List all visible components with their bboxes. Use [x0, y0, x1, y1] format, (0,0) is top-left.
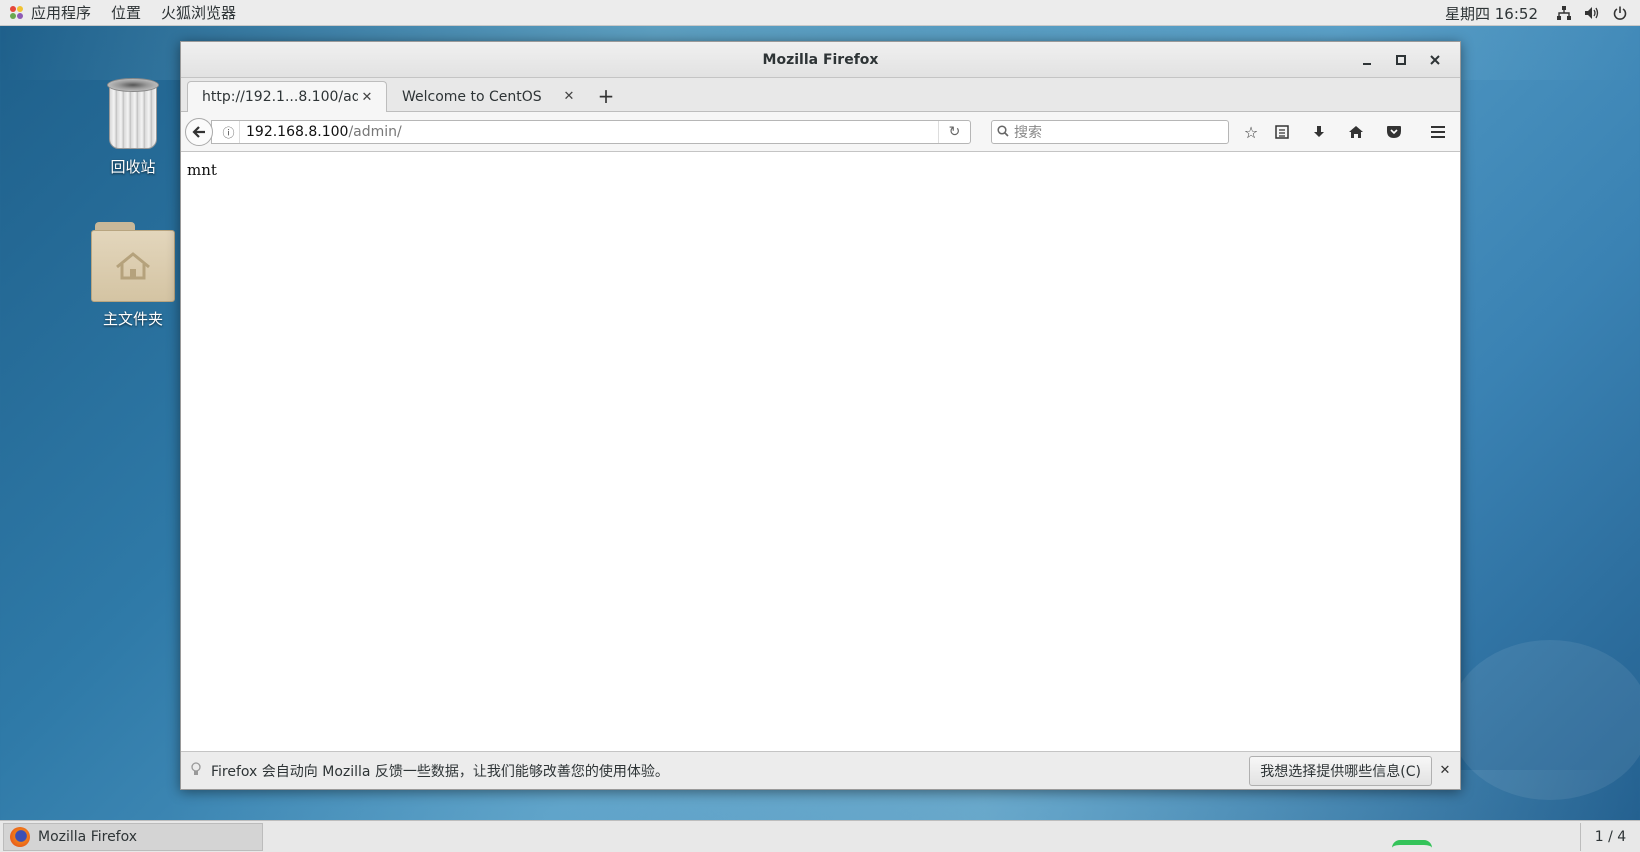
taskbar-item-label: Mozilla Firefox: [38, 829, 138, 845]
page-content: mnt: [181, 153, 1460, 723]
trash-icon: [105, 78, 161, 150]
navigation-toolbar: ⓘ 192.168.8.100/admin/ ↻ 搜索 ☆: [181, 112, 1460, 152]
desktop-wave: [1450, 640, 1640, 800]
desktop-trash-label: 回收站: [110, 158, 156, 176]
reload-icon[interactable]: ↻: [938, 121, 970, 143]
downloads-icon[interactable]: [1306, 121, 1332, 143]
window-title: Mozilla Firefox: [762, 51, 879, 68]
notification-message: Firefox 会自动向 Mozilla 反馈一些数据，让我们能够改善您的使用体…: [211, 763, 669, 780]
search-icon: [992, 124, 1014, 140]
choose-data-button[interactable]: 我想选择提供哪些信息(C): [1249, 756, 1432, 786]
desktop-trash[interactable]: 回收站: [83, 78, 183, 177]
places-menu-label: 位置: [111, 4, 142, 22]
firefox-app-menu[interactable]: 火狐浏览器: [151, 0, 246, 26]
applications-icon: [10, 5, 24, 20]
tab-welcome-label: Welcome to CentOS: [402, 88, 542, 105]
tab-admin[interactable]: http://192.1...8.100/admin/ ✕: [187, 81, 387, 112]
network-icon[interactable]: [1556, 5, 1572, 21]
search-placeholder: 搜索: [1014, 125, 1042, 141]
clock[interactable]: 星期四 16:52: [1445, 3, 1538, 24]
power-icon[interactable]: [1612, 5, 1628, 21]
workspace-indicator[interactable]: 1 / 4: [1580, 823, 1640, 851]
notification-bar: Firefox 会自动向 Mozilla 反馈一些数据，让我们能够改善您的使用体…: [181, 751, 1460, 789]
back-button[interactable]: [185, 118, 213, 146]
tab-bar: http://192.1...8.100/admin/ ✕ Welcome to…: [181, 78, 1460, 112]
desktop-home-folder-label: 主文件夹: [102, 310, 163, 328]
page-text: mnt: [187, 161, 217, 179]
url-path: /admin/: [348, 124, 402, 140]
home-icon[interactable]: [1343, 121, 1369, 143]
applications-menu-label: 应用程序: [31, 4, 92, 22]
firefox-window: Mozilla Firefox http://192.1...8.100/adm…: [180, 41, 1461, 790]
system-tray: 星期四 16:52: [1445, 0, 1640, 26]
new-tab-button[interactable]: +: [593, 84, 619, 108]
tab-admin-label: http://192.1...8.100/admin/: [202, 89, 358, 105]
top-panel: 应用程序 位置 火狐浏览器 星期四 16:52: [0, 0, 1640, 26]
url-host: 192.168.8.100: [246, 124, 349, 140]
bookmark-star-icon[interactable]: ☆: [1238, 121, 1264, 143]
info-icon[interactable]: ⓘ: [218, 121, 240, 143]
home-folder-icon: [91, 222, 175, 302]
applications-menu[interactable]: 应用程序: [0, 0, 101, 26]
close-tab-icon[interactable]: ✕: [358, 90, 376, 105]
places-menu[interactable]: 位置: [101, 0, 151, 26]
maximize-button[interactable]: [1384, 46, 1418, 74]
menu-hamburger-icon[interactable]: [1425, 121, 1451, 143]
firefox-icon: [10, 827, 30, 847]
bookmarks-list-icon[interactable]: [1269, 121, 1295, 143]
pocket-icon[interactable]: [1381, 121, 1407, 143]
green-edge-decoration: [1392, 840, 1432, 852]
tab-welcome-centos[interactable]: Welcome to CentOS ✕: [388, 81, 588, 112]
desktop-home-folder[interactable]: 主文件夹: [83, 222, 183, 329]
firefox-app-menu-label: 火狐浏览器: [161, 4, 237, 22]
close-window-button[interactable]: [1418, 46, 1452, 74]
window-titlebar[interactable]: Mozilla Firefox: [181, 42, 1460, 78]
minimize-button[interactable]: [1350, 46, 1384, 74]
close-tab-icon[interactable]: ✕: [560, 89, 578, 104]
search-input[interactable]: 搜索: [991, 120, 1229, 144]
close-notification-icon[interactable]: ✕: [1436, 761, 1454, 779]
volume-icon[interactable]: [1584, 5, 1600, 21]
taskbar-firefox-item[interactable]: Mozilla Firefox: [3, 823, 263, 851]
window-controls: [1350, 42, 1452, 78]
url-bar[interactable]: ⓘ 192.168.8.100/admin/ ↻: [211, 120, 971, 144]
lightbulb-icon: [185, 761, 207, 780]
